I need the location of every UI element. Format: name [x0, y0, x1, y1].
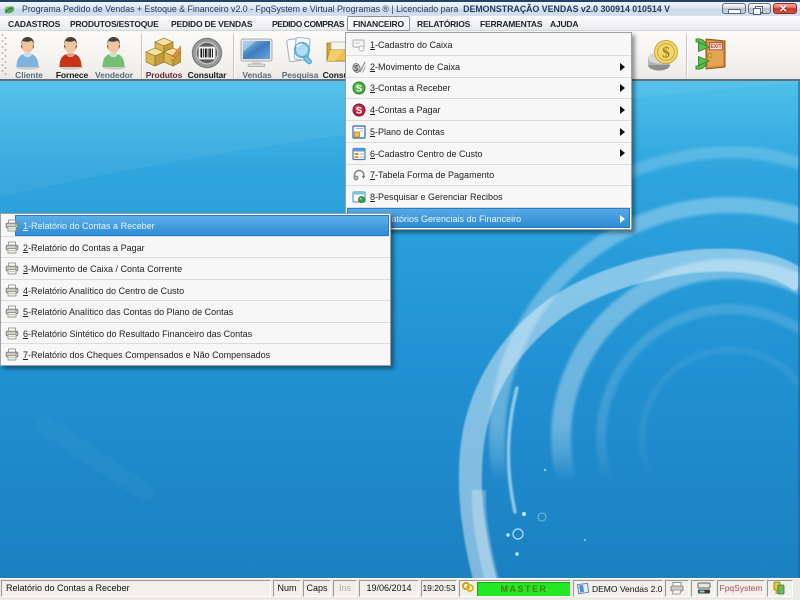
- svg-text:$: $: [662, 45, 670, 62]
- svg-text:EXIT: EXIT: [710, 44, 721, 50]
- svg-text:S: S: [356, 84, 362, 95]
- svg-text:S: S: [356, 106, 362, 117]
- svg-text:$: $: [354, 64, 359, 73]
